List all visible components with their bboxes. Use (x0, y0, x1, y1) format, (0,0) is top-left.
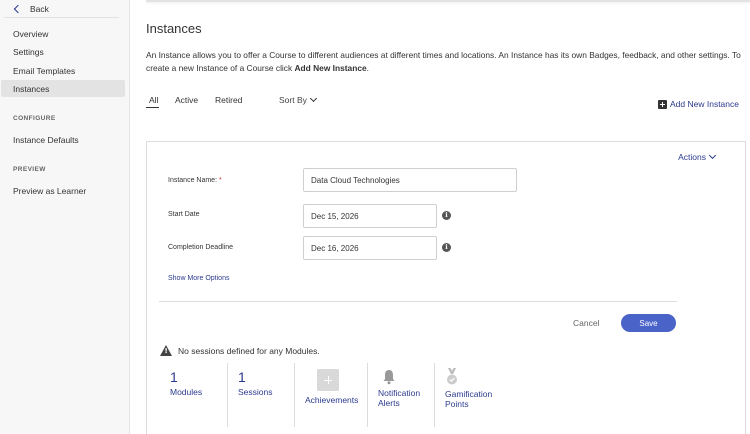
info-icon[interactable]: i (442, 243, 451, 252)
stat-divider (227, 363, 228, 427)
add-new-instance-label: Add New Instance (670, 99, 739, 109)
modules-count: 1 (170, 369, 178, 385)
required-mark: * (218, 177, 222, 184)
stat-divider (434, 363, 435, 427)
actions-label: Actions (678, 152, 706, 162)
sort-by-dropdown[interactable]: Sort By (279, 94, 317, 105)
stat-gamification-points[interactable]: Gamification Points (445, 363, 515, 427)
sessions-warning: No sessions defined for any Modules. (160, 345, 320, 356)
tab-retired[interactable]: Retired (215, 95, 242, 105)
completion-deadline-input[interactable] (303, 236, 437, 260)
sidebar-item-label: Settings (13, 46, 44, 57)
start-date-label: Start Date (168, 211, 200, 218)
instance-name-label: Instance Name: * (168, 177, 222, 184)
save-button[interactable]: Save (621, 314, 676, 332)
notification-alerts-label-line1: Notification (378, 388, 421, 398)
instance-name-input[interactable] (303, 168, 517, 192)
back-button[interactable]: Back (11, 3, 49, 15)
modules-label: Modules (170, 387, 203, 397)
sidebar-item-label: Preview as Learner (13, 185, 87, 196)
achievements-label: Achievements (305, 395, 359, 405)
sessions-count: 1 (238, 369, 246, 385)
notification-alerts-label-line2: Alerts (378, 398, 400, 408)
instance-card: Actions Instance Name: * Start Date i Co… (146, 141, 746, 434)
stat-notification-alerts[interactable]: Notification Alerts (378, 363, 433, 427)
notification-alerts-label: Notification Alerts (378, 388, 433, 408)
gamification-points-label-line2: Points (445, 399, 469, 409)
tab-active[interactable]: Active (175, 95, 198, 105)
chevron-down-icon (309, 94, 317, 103)
sidebar-item-preview-as-learner[interactable]: Preview as Learner (1, 182, 125, 199)
stat-modules[interactable]: 1 Modules (170, 363, 225, 427)
stat-divider (294, 363, 295, 427)
warning-icon (160, 345, 172, 356)
medal-icon (447, 368, 457, 385)
sidebar-divider (4, 17, 119, 18)
sidebar: Back Overview Settings Email Templates I… (0, 0, 130, 434)
add-achievement-icon (317, 369, 339, 391)
page-description: An Instance allows you to offer a Course… (146, 49, 746, 75)
back-label: Back (30, 4, 49, 14)
completion-deadline-label: Completion Deadline (168, 244, 233, 251)
description-text: An Instance allows you to offer a Course… (146, 50, 741, 73)
stat-achievements[interactable]: Achievements (305, 363, 365, 427)
sidebar-item-label: Email Templates (13, 65, 76, 76)
section-label-preview: PREVIEW (13, 166, 46, 173)
top-bar (146, 0, 750, 2)
warning-text: No sessions defined for any Modules. (178, 345, 320, 356)
sidebar-item-instances[interactable]: Instances (1, 80, 125, 97)
sidebar-item-email-templates[interactable]: Email Templates (1, 62, 125, 79)
instance-name-label-text: Instance Name: (168, 177, 218, 184)
page-title: Instances (146, 21, 202, 36)
plus-square-icon (658, 99, 667, 109)
show-more-options-link[interactable]: Show More Options (168, 275, 229, 282)
description-text-end: . (366, 63, 369, 73)
gamification-points-label-line1: Gamification (445, 389, 493, 399)
sidebar-item-settings[interactable]: Settings (1, 43, 125, 60)
stat-sessions[interactable]: 1 Sessions (238, 363, 293, 427)
chevron-left-icon (13, 4, 23, 14)
gamification-points-label: Gamification Points (445, 389, 515, 409)
chevron-down-icon (708, 151, 717, 160)
sidebar-item-instance-defaults[interactable]: Instance Defaults (1, 131, 125, 148)
sidebar-item-label: Instance Defaults (13, 134, 79, 145)
card-divider (159, 301, 677, 302)
description-bold-text: Add New Instance (294, 63, 367, 73)
sidebar-item-overview[interactable]: Overview (1, 25, 125, 42)
start-date-input[interactable] (303, 204, 437, 228)
cancel-button[interactable]: Cancel (573, 318, 599, 328)
sessions-label: Sessions (238, 387, 273, 397)
tab-all[interactable]: All (146, 95, 160, 108)
sidebar-item-label: Overview (13, 28, 49, 39)
info-icon[interactable]: i (442, 211, 451, 220)
add-new-instance-button[interactable]: Add New Instance (658, 99, 739, 109)
actions-dropdown[interactable]: Actions (678, 151, 717, 162)
bell-icon (383, 370, 395, 385)
stat-divider (367, 363, 368, 427)
sort-by-label: Sort By (279, 95, 307, 105)
section-label-configure: CONFIGURE (13, 115, 56, 122)
sidebar-item-label: Instances (13, 83, 50, 94)
